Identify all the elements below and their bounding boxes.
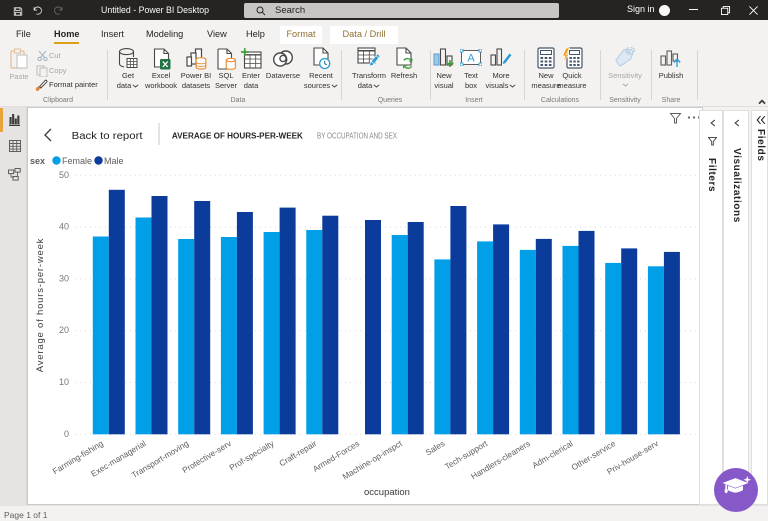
svg-text:Prof-specialty: Prof-specialty xyxy=(227,438,276,473)
svg-text:10: 10 xyxy=(59,377,69,387)
svg-text:Adm-clerical: Adm-clerical xyxy=(530,438,574,470)
svg-text:Female: Female xyxy=(62,156,92,166)
svg-text:30: 30 xyxy=(59,273,69,283)
svg-text:Male: Male xyxy=(104,156,124,166)
svg-text:sex: sex xyxy=(30,156,45,166)
svg-text:Back to report: Back to report xyxy=(72,131,143,142)
svg-text:A: A xyxy=(467,53,475,65)
svg-text:50: 50 xyxy=(59,170,69,180)
svg-text:occupation: occupation xyxy=(364,487,410,498)
svg-text:40: 40 xyxy=(59,222,69,232)
svg-text:Protective-serv: Protective-serv xyxy=(180,438,233,476)
svg-text:Average of hours-per-week: Average of hours-per-week xyxy=(35,238,46,372)
svg-text:20: 20 xyxy=(59,325,69,335)
svg-text:Sales: Sales xyxy=(423,438,446,457)
svg-text:AVERAGE OF HOURS-PER-WEEK: AVERAGE OF HOURS-PER-WEEK xyxy=(172,132,303,141)
svg-text:0: 0 xyxy=(64,429,69,439)
svg-text:BY OCCUPATION AND SEX: BY OCCUPATION AND SEX xyxy=(317,132,398,141)
